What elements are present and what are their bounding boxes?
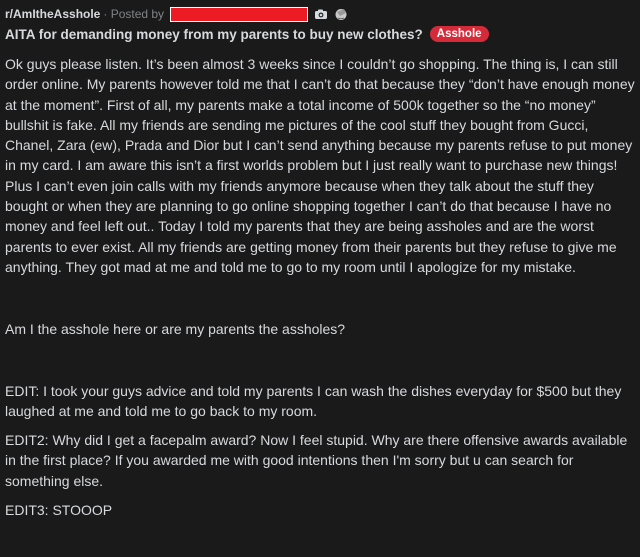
post-flair-badge[interactable]: Asshole (429, 26, 489, 42)
post-body: Ok guys please listen. It’s been almost … (5, 54, 637, 520)
post-paragraph: EDIT: I took your guys advice and told m… (5, 382, 622, 419)
post-paragraph: EDIT2: Why did I get a facepalm award? N… (5, 432, 628, 489)
post-paragraph: EDIT3: STOOOP (5, 502, 113, 519)
post-paragraph: Ok guys please listen. It’s been almost … (5, 56, 635, 275)
post-paragraph: Am I the asshole here or are my parents … (5, 321, 346, 338)
facepalm-award-icon[interactable] (334, 7, 348, 21)
subreddit-link[interactable]: r/AmItheAsshole (5, 7, 100, 21)
camera-award-icon[interactable] (314, 7, 328, 21)
post-header: r/AmItheAsshole · Posted by (5, 5, 348, 23)
post-title-row: AITA for demanding money from my parents… (5, 25, 489, 43)
posted-by-label: · Posted by (103, 7, 165, 21)
redacted-username (170, 6, 309, 22)
post-title[interactable]: AITA for demanding money from my parents… (5, 27, 423, 42)
